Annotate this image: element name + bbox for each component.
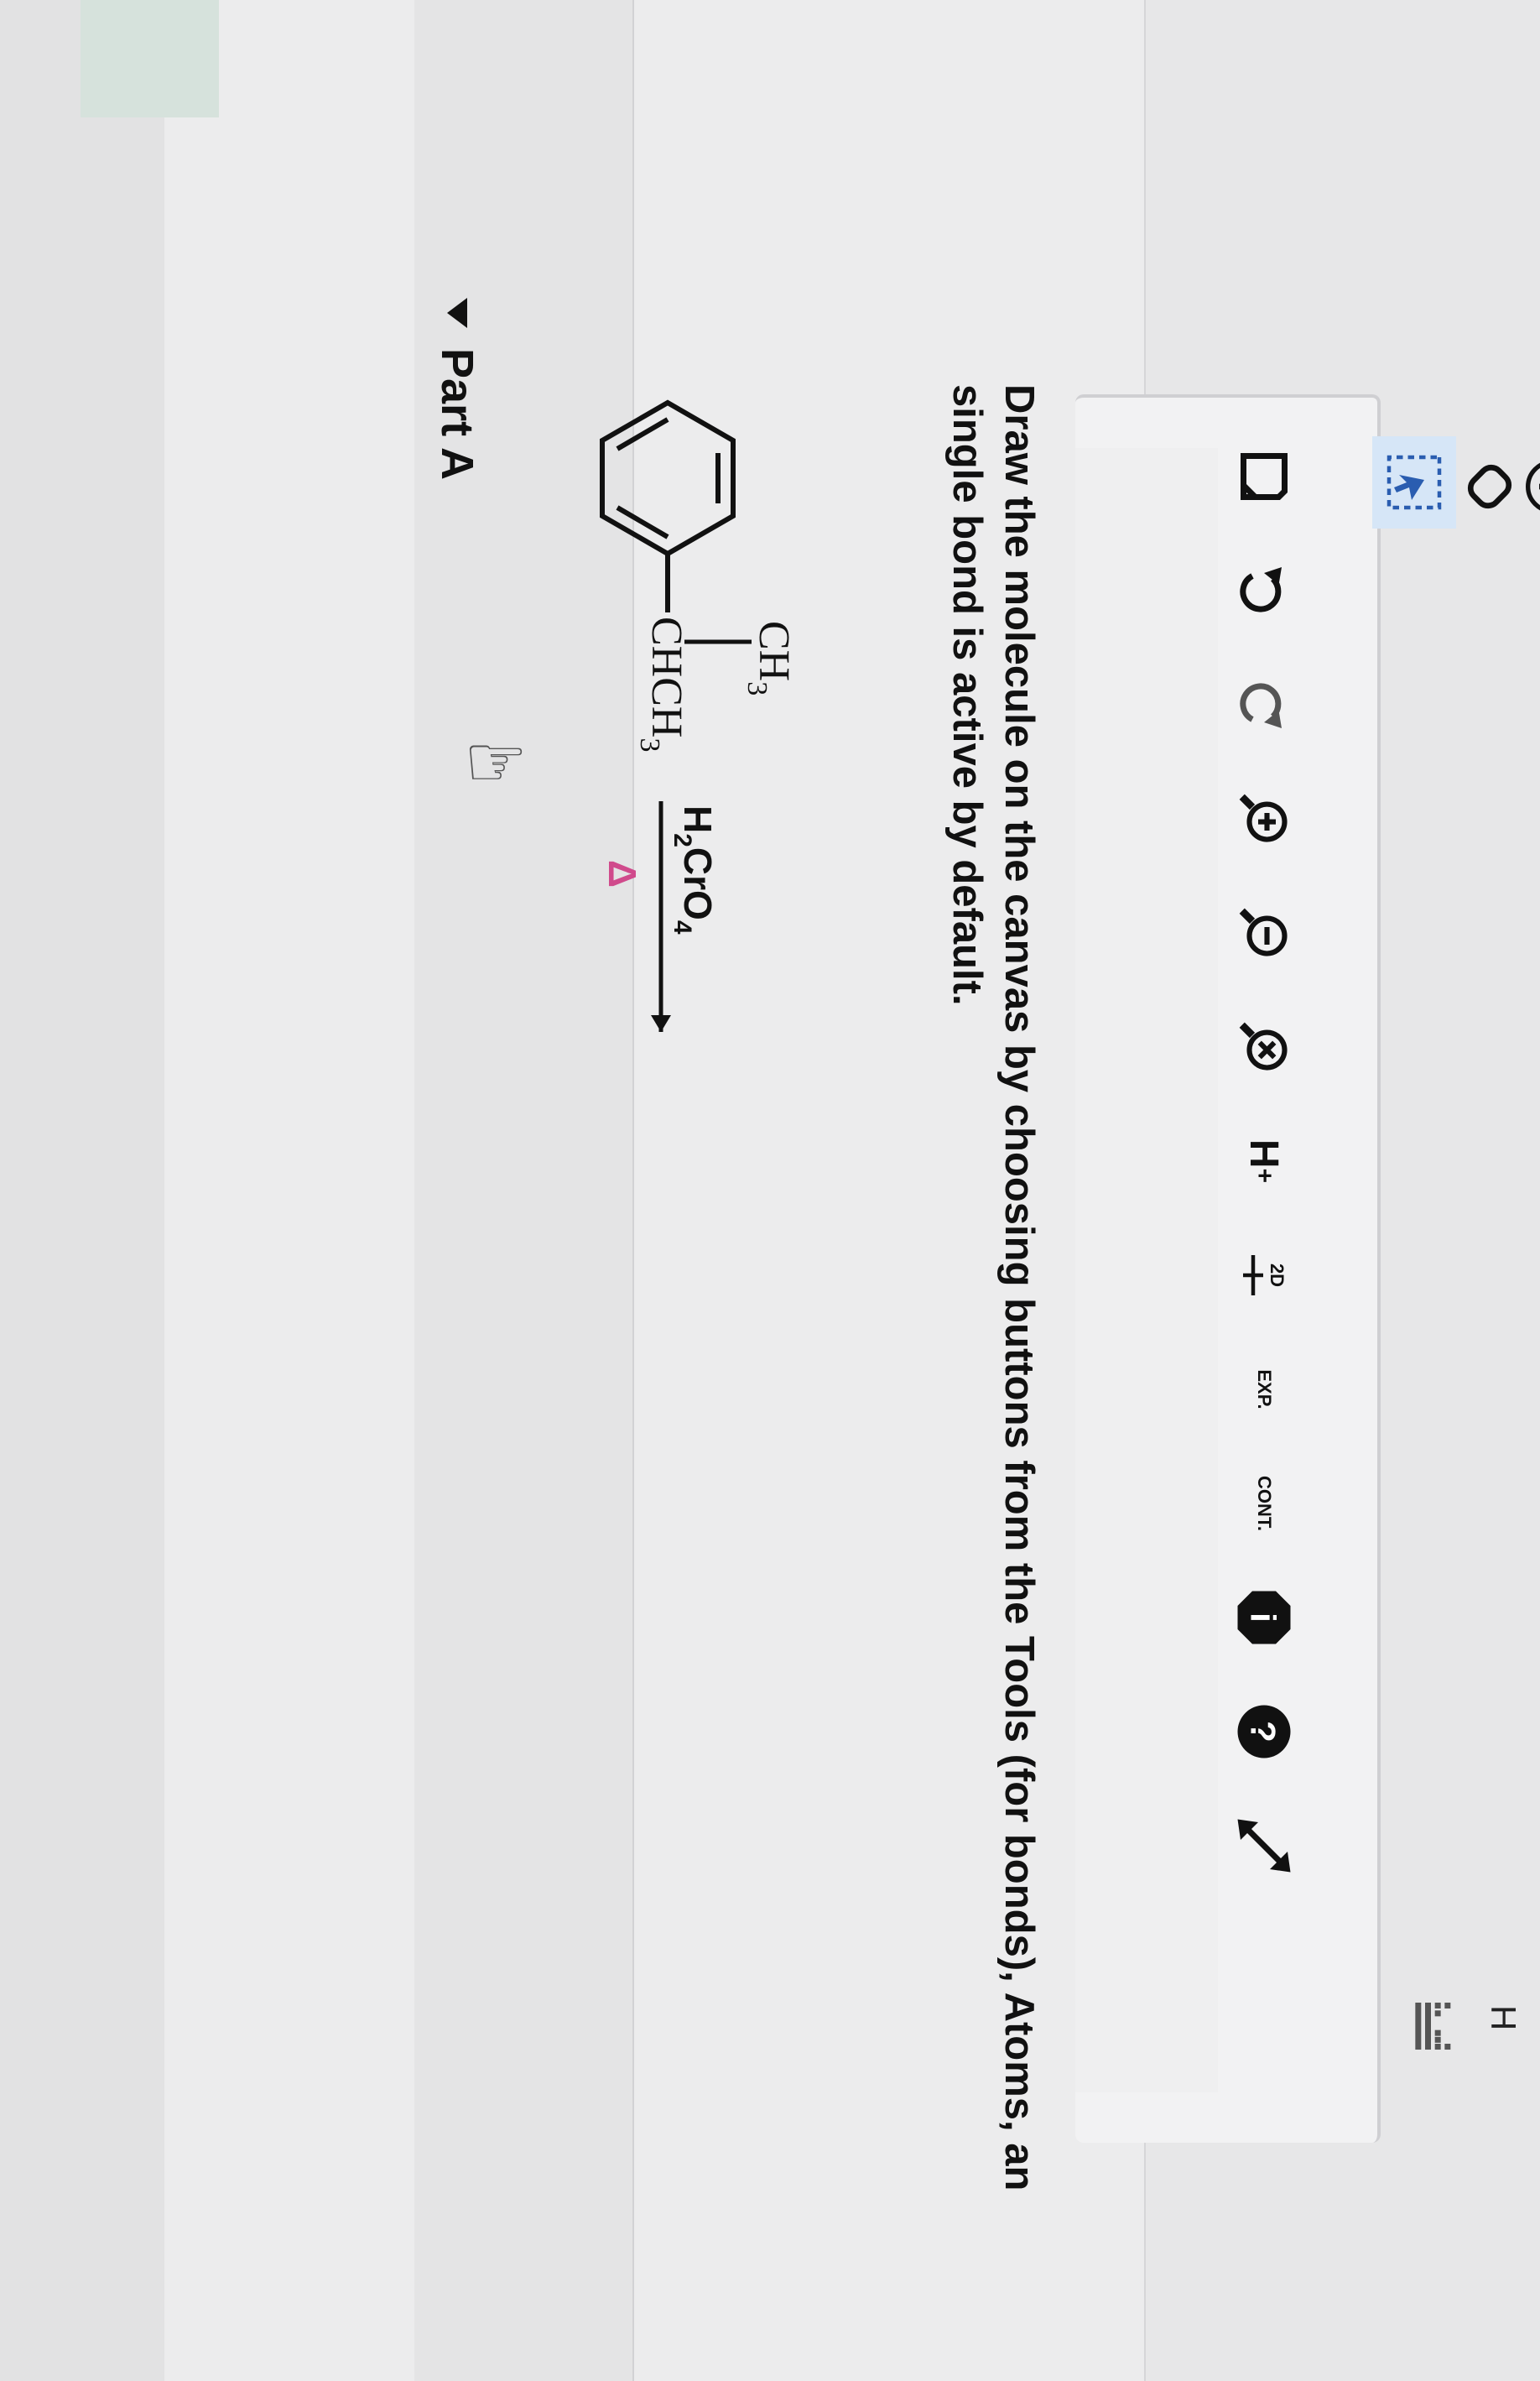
zoom-reset-icon[interactable] — [1231, 1014, 1297, 1080]
periodic-table-icon[interactable] — [1398, 1997, 1460, 2055]
svg-text:i: i — [1243, 1613, 1282, 1623]
help-button[interactable]: ? — [1231, 1699, 1297, 1764]
plus-circle-icon[interactable] — [1516, 453, 1540, 520]
tools-and-atoms-panel: H C — [1372, 436, 1540, 2081]
drawing-canvas[interactable] — [1075, 448, 1218, 2092]
heat-condition: Δ — [601, 860, 644, 888]
reagent-label: H2CrO4 — [669, 805, 720, 935]
top-strip — [0, 0, 164, 2381]
pointer-hand-icon: ☞ — [463, 720, 528, 805]
zoom-out-icon[interactable] — [1231, 900, 1297, 966]
fullscreen-icon[interactable] — [1231, 1813, 1297, 1878]
redo-icon[interactable] — [1231, 672, 1297, 737]
teal-tab[interactable] — [81, 0, 219, 117]
editor-toolbar: H + 2D EXP. CONT. i ? — [1210, 444, 1319, 1878]
substituent-top: CH3 — [741, 621, 798, 696]
info-button[interactable]: i — [1231, 1585, 1297, 1650]
reaction-scheme: CHCH3 CH3 H2CrO4 Δ — [600, 399, 798, 1032]
explicit-hydrogens-toggle[interactable]: H + — [1231, 1128, 1297, 1194]
collapse-triangle-icon[interactable] — [447, 298, 467, 328]
expand-button[interactable]: EXP. — [1231, 1357, 1297, 1422]
instruction-text: Draw the molecule on the canvas by choos… — [941, 384, 1045, 2381]
instruction-line-2: single bond is active by default. — [944, 384, 990, 1006]
marquee-select-icon[interactable] — [1372, 436, 1456, 529]
svg-text:?: ? — [1243, 1721, 1282, 1743]
new-document-icon[interactable] — [1231, 444, 1297, 509]
eraser-icon[interactable] — [1453, 453, 1523, 520]
contract-button[interactable]: CONT. — [1231, 1471, 1297, 1536]
benzene-ring — [600, 399, 736, 557]
clean-2d-button[interactable]: 2D — [1231, 1243, 1297, 1308]
part-label: Part A — [432, 348, 482, 481]
screen: Part A ☞ CHCH3 CH3 H2CrO4 Δ Draw the mol… — [0, 0, 1540, 2381]
undo-icon[interactable] — [1231, 558, 1297, 623]
atom-button-h[interactable]: H — [1483, 2005, 1523, 2030]
zoom-in-icon[interactable] — [1231, 786, 1297, 852]
part-a-header[interactable]: Part A — [431, 298, 483, 480]
instruction-line-1: Draw the molecule on the canvas by choos… — [996, 384, 1042, 2191]
drawing-editor: H + 2D EXP. CONT. i ? — [1075, 394, 1381, 2143]
substituent-main: CHCH3 — [634, 617, 690, 752]
